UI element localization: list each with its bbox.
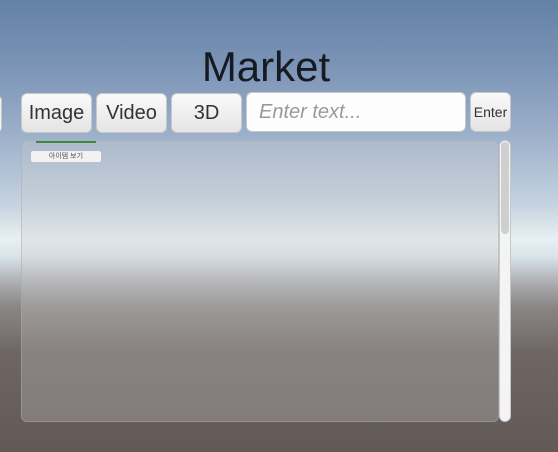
3d-filter-button[interactable]: 3D [171,93,242,133]
search-input[interactable]: Enter text... [246,92,466,132]
enter-button[interactable]: Enter [470,92,511,132]
left-edge-button[interactable] [0,96,2,132]
market-list-panel[interactable] [21,140,499,422]
vertical-scrollbar[interactable] [499,140,511,422]
video-filter-button[interactable]: Video [96,93,167,133]
list-item-highlight [36,141,96,143]
market-title: Market [201,43,331,90]
list-item[interactable]: 아이템 보기 [31,151,101,162]
image-filter-button[interactable]: Image [21,93,92,133]
scrollbar-handle[interactable] [501,142,509,234]
